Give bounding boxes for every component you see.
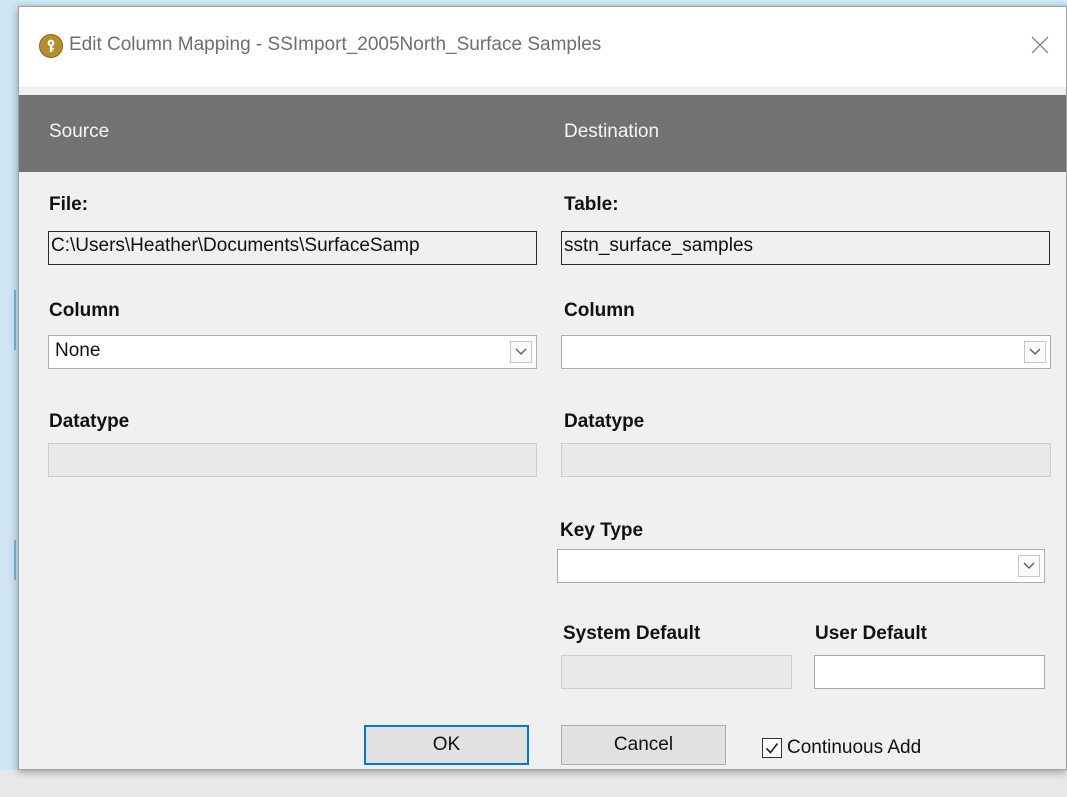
table-label: Table: <box>564 194 619 215</box>
title-bar: Edit Column Mapping - SSImport_2005North… <box>19 7 1066 87</box>
destination-datatype-label: Datatype <box>564 411 645 432</box>
continuous-add-checkbox[interactable] <box>762 738 782 758</box>
destination-column-label: Column <box>564 300 635 321</box>
background-edge-mark <box>14 540 16 580</box>
source-datatype-field <box>48 443 537 477</box>
edit-column-mapping-dialog: Edit Column Mapping - SSImport_2005North… <box>18 6 1067 770</box>
checkmark-icon <box>765 743 779 754</box>
ok-button[interactable]: OK <box>364 725 529 765</box>
source-column-dropdown[interactable]: None <box>48 335 537 369</box>
chevron-down-icon[interactable] <box>1024 341 1046 363</box>
chevron-down-icon[interactable] <box>1018 555 1040 577</box>
close-button[interactable] <box>1026 31 1054 59</box>
window-title: Edit Column Mapping - SSImport_2005North… <box>69 34 602 55</box>
background-desktop-left <box>0 0 20 797</box>
destination-column-dropdown[interactable] <box>561 335 1051 369</box>
background-window-below <box>0 770 1067 797</box>
cancel-button[interactable]: Cancel <box>561 725 726 765</box>
destination-header: Destination <box>564 121 660 142</box>
file-path-field[interactable]: C:\Users\Heather\Documents\SurfaceSamp <box>48 231 537 265</box>
background-edge-mark <box>14 290 16 350</box>
chevron-down-icon[interactable] <box>510 341 532 363</box>
user-default-label: User Default <box>815 623 927 644</box>
system-default-label: System Default <box>563 623 701 644</box>
user-default-input[interactable] <box>814 655 1045 689</box>
table-name-field[interactable]: sstn_surface_samples <box>561 231 1050 265</box>
key-type-label: Key Type <box>560 520 644 541</box>
source-column-label: Column <box>49 300 120 321</box>
key-icon <box>39 34 63 58</box>
continuous-add-label[interactable]: Continuous Add <box>787 737 921 759</box>
system-default-field <box>561 655 792 689</box>
source-datatype-label: Datatype <box>49 411 130 432</box>
source-header: Source <box>49 121 110 142</box>
key-type-dropdown[interactable] <box>557 549 1045 583</box>
destination-datatype-field <box>561 443 1051 477</box>
close-icon <box>1031 36 1049 54</box>
section-header-band: Source Destination <box>19 95 1066 172</box>
file-label: File: <box>49 194 89 215</box>
source-column-value: None <box>55 340 101 361</box>
